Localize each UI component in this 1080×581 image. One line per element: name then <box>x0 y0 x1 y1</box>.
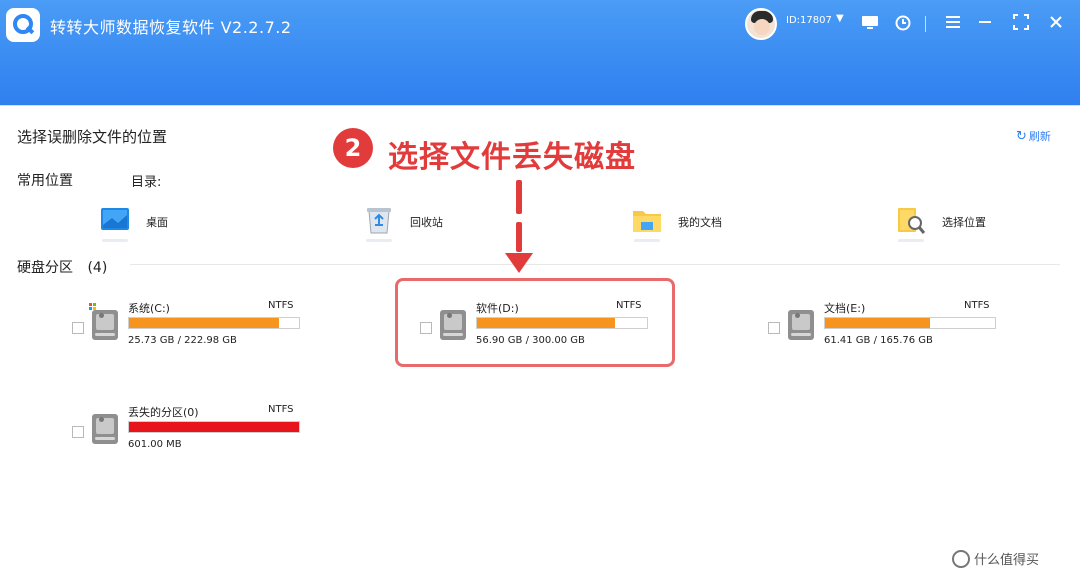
user-id[interactable]: ID:17807 <box>786 15 832 26</box>
usage-fill <box>129 422 299 432</box>
partition-name: 系统(C:) <box>128 302 170 315</box>
location-choose[interactable]: 选择位置 <box>896 205 1016 245</box>
location-label: 选择位置 <box>942 216 986 229</box>
partition-filesystem: NTFS <box>268 404 294 415</box>
partition-name: 文档(E:) <box>824 302 866 315</box>
usage-fill <box>129 318 279 328</box>
user-avatar[interactable] <box>745 8 777 40</box>
caret-down-icon[interactable]: ▼ <box>836 13 844 24</box>
annotation-text: 选择文件丢失磁盘 <box>388 140 636 175</box>
partition-filesystem: NTFS <box>964 300 990 311</box>
hard-disk-icon <box>92 310 118 340</box>
usage-bar <box>128 421 300 433</box>
arrow-dash-icon <box>516 180 522 214</box>
partition-name: 丢失的分区(0) <box>128 406 199 419</box>
usage-bar <box>128 317 300 329</box>
usage-fill <box>825 318 931 328</box>
timer-icon[interactable] <box>892 14 914 37</box>
directory-label: 目录: <box>131 175 162 190</box>
disk-partitions-label: 硬盘分区 (4) <box>17 257 107 277</box>
close-icon[interactable] <box>1045 14 1067 34</box>
folder-icon <box>633 211 661 232</box>
location-my-documents[interactable]: 我的文档 <box>632 205 752 245</box>
usage-bar <box>824 317 996 329</box>
refresh-button[interactable]: ↻ 刷新 <box>1016 128 1051 144</box>
disk-partitions-count: (4) <box>87 260 108 276</box>
common-locations-label: 常用位置 <box>17 173 73 189</box>
watermark: 什么值得买 <box>952 549 1039 568</box>
partition-checkbox[interactable] <box>72 322 84 334</box>
step-number-badge: 2 <box>333 128 373 168</box>
watermark-text: 什么值得买 <box>974 553 1040 568</box>
app-logo-icon <box>6 8 40 42</box>
page-title: 选择误删除文件的位置 <box>17 128 168 146</box>
partition-size: 25.73 GB / 222.98 GB <box>128 335 237 346</box>
refresh-icon: ↻ <box>1016 129 1027 144</box>
screen-icon[interactable] <box>859 14 881 35</box>
maximize-icon[interactable] <box>1010 14 1032 35</box>
menu-icon[interactable] <box>942 14 964 34</box>
section-divider <box>130 264 1060 265</box>
desktop-icon <box>101 208 129 230</box>
hard-disk-icon <box>788 310 814 340</box>
location-label: 桌面 <box>146 216 168 229</box>
arrow-head-icon <box>505 253 533 273</box>
partition-size: 61.41 GB / 165.76 GB <box>824 335 933 346</box>
highlight-box <box>395 278 675 367</box>
partition-lost[interactable]: 丢失的分区(0) NTFS 601.00 MB <box>72 404 302 464</box>
partition-e[interactable]: 文档(E:) NTFS 61.41 GB / 165.76 GB <box>768 300 998 360</box>
partition-c[interactable]: 系统(C:) NTFS 25.73 GB / 222.98 GB <box>72 300 302 360</box>
partition-checkbox[interactable] <box>768 322 780 334</box>
watermark-logo-icon <box>952 550 970 568</box>
header-separator <box>925 16 926 32</box>
hard-disk-icon <box>92 414 118 444</box>
location-desktop[interactable]: 桌面 <box>100 205 220 245</box>
partition-filesystem: NTFS <box>268 300 294 311</box>
partition-size: 601.00 MB <box>128 439 182 450</box>
title-bar: 转转大师数据恢复软件 V2.2.7.2 ID:17807 ▼ <box>0 0 1080 106</box>
refresh-label: 刷新 <box>1028 130 1051 143</box>
app-title: 转转大师数据恢复软件 V2.2.7.2 <box>50 18 292 37</box>
recycle-bin-icon <box>367 208 391 234</box>
location-label: 我的文档 <box>678 216 722 229</box>
location-label: 回收站 <box>410 216 443 229</box>
disk-partitions-title: 硬盘分区 <box>17 260 73 276</box>
minimize-icon[interactable] <box>974 14 996 34</box>
arrow-dash-icon <box>516 222 522 252</box>
search-folder-icon <box>898 208 926 234</box>
partition-checkbox[interactable] <box>72 426 84 438</box>
location-recycle-bin[interactable]: 回收站 <box>364 205 484 245</box>
